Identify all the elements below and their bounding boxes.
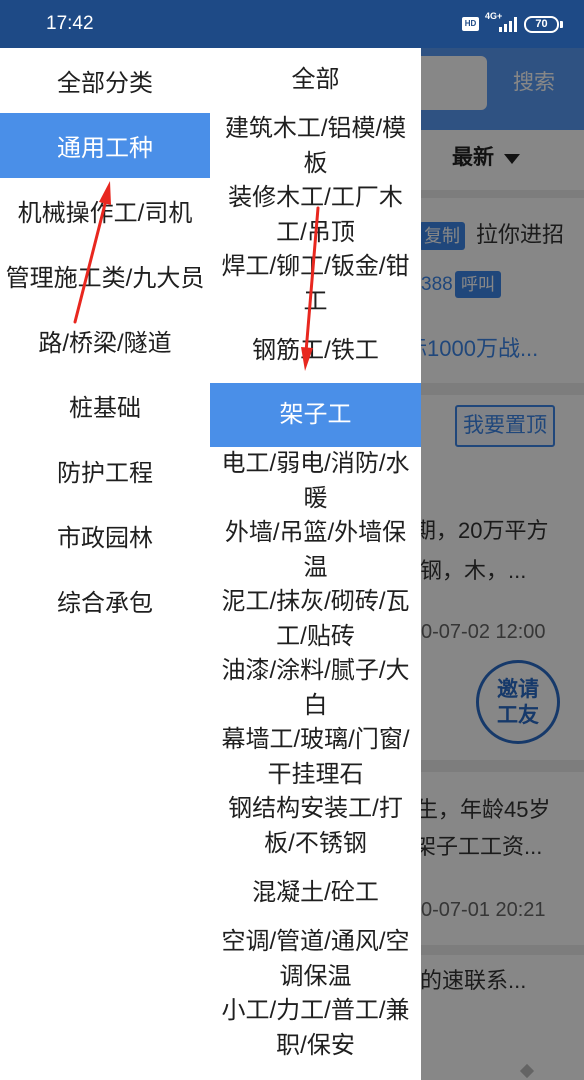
sub-category-label: 装修木工/工厂木工/吊顶: [228, 184, 403, 246]
primary-category-item[interactable]: 防护工程: [0, 438, 210, 503]
primary-category-item[interactable]: 路/桥梁/隧道: [0, 308, 210, 373]
sub-category-label: 混凝土/砼工: [252, 878, 379, 906]
primary-category-label: 防护工程: [57, 460, 153, 487]
sub-category-label: 空调/管道/通风/空调保温: [221, 928, 410, 990]
primary-category-item[interactable]: 桩基础: [0, 373, 210, 438]
sub-category-item[interactable]: 钻工/炮工/矿工/喷: [210, 1063, 421, 1080]
primary-category-label: 管理施工类/九大员: [5, 265, 205, 292]
sub-category-item[interactable]: 空调/管道/通风/空调保温: [210, 925, 421, 994]
sub-category-label: 小工/力工/普工/兼职/保安: [221, 997, 410, 1059]
sub-category-item[interactable]: 钢结构安装工/打板/不锈钢: [210, 792, 421, 861]
sub-category-label: 外墙/吊篮/外墙保温: [224, 519, 407, 581]
sub-category-item[interactable]: 混凝土/砼工: [210, 861, 421, 925]
sub-category-label: 电工/弱电/消防/水暖: [221, 450, 410, 512]
sub-category-item[interactable]: 外墙/吊篮/外墙保温: [210, 516, 421, 585]
battery-level: 70: [535, 18, 548, 30]
sub-category-item[interactable]: 装修木工/工厂木工/吊顶: [210, 181, 421, 250]
primary-category-list: 全部分类通用工种机械操作工/司机 管理施工类/九大员 路/桥梁/隧道 桩基础防护工程市…: [0, 48, 210, 633]
primary-category-item[interactable]: 机械操作工/司机: [0, 178, 210, 243]
sub-category-label: 钢筋工/铁工: [252, 336, 379, 364]
sub-category-label: 全部: [291, 65, 340, 93]
primary-category-label: 桩基础: [69, 395, 141, 422]
primary-category-label: 全部分类: [57, 70, 153, 97]
status-time: 17:42: [46, 13, 94, 34]
sub-category-item[interactable]: 全部: [210, 48, 421, 112]
primary-category-item[interactable]: 通用工种: [0, 113, 210, 178]
sub-category-label: 架子工: [279, 400, 352, 428]
primary-category-label: 市政园林: [57, 525, 153, 552]
sub-category-item[interactable]: 油漆/涂料/腻子/大白: [210, 654, 421, 723]
sub-category-label: 焊工/铆工/钣金/钳工: [221, 253, 410, 315]
primary-category-item[interactable]: 综合承包: [0, 568, 210, 633]
battery-icon: 70: [524, 16, 563, 33]
primary-category-item[interactable]: 市政园林: [0, 503, 210, 568]
sub-category-label: 钢结构安装工/打板/不锈钢: [228, 795, 403, 857]
sub-category-item[interactable]: 泥工/抹灰/砌砖/瓦工/贴砖: [210, 585, 421, 654]
sub-category-item[interactable]: 建筑木工/铝模/模板: [210, 112, 421, 181]
category-drawer: 全部分类通用工种机械操作工/司机 管理施工类/九大员 路/桥梁/隧道 桩基础防护工程市…: [0, 48, 421, 1080]
hd-voice-icon: HD: [462, 17, 479, 31]
sub-category-label: 幕墙工/玻璃/门窗/干挂理石: [221, 726, 410, 788]
sub-category-label: 油漆/涂料/腻子/大白: [221, 657, 410, 719]
primary-category-item[interactable]: 全部分类: [0, 48, 210, 113]
sub-category-item[interactable]: 焊工/铆工/钣金/钳工: [210, 250, 421, 319]
sub-category-label: 建筑木工/铝模/模板: [224, 115, 407, 177]
primary-category-label: 通用工种: [57, 135, 153, 162]
primary-category-label: 路/桥梁/隧道: [38, 330, 172, 357]
sub-category-item[interactable]: 钢筋工/铁工: [210, 319, 421, 383]
status-bar: 17:42 HD 4G+ 70: [0, 0, 584, 48]
battery-tip: [560, 21, 563, 28]
sub-category-item[interactable]: 小工/力工/普工/兼职/保安: [210, 994, 421, 1063]
sub-category-list: 全部建筑木工/铝模/模板 装修木工/工厂木工/吊顶 焊工/铆工/钣金/钳工钢筋工/铁…: [210, 48, 421, 1080]
primary-category-label: 机械操作工/司机: [17, 200, 193, 227]
sub-category-item[interactable]: 架子工: [210, 383, 421, 447]
sub-category-item[interactable]: 幕墙工/玻璃/门窗/干挂理石: [210, 723, 421, 792]
sub-category-label: 泥工/抹灰/砌砖/瓦工/贴砖: [221, 588, 410, 650]
primary-category-item[interactable]: 管理施工类/九大员: [0, 243, 210, 308]
signal-strength-icon: [499, 17, 519, 32]
primary-category-label: 综合承包: [57, 590, 153, 617]
sub-category-item[interactable]: 电工/弱电/消防/水暖: [210, 447, 421, 516]
